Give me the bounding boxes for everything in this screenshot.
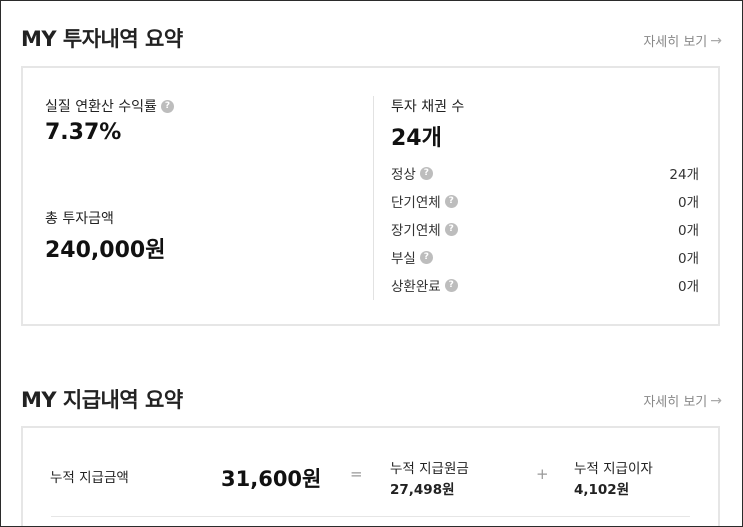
- help-icon[interactable]: ?: [419, 166, 433, 180]
- status-row-short-overdue: 단기연체? 0개: [391, 190, 699, 212]
- vertical-divider: [373, 96, 374, 300]
- more-link-label: 자세히 보기: [643, 35, 708, 50]
- principal-value: 27,498원: [390, 482, 455, 498]
- status-row-normal: 정상? 24개: [391, 162, 699, 184]
- status-row-repaid: 상환완료? 0개: [391, 274, 699, 296]
- status-value: 24개: [669, 167, 699, 183]
- help-icon[interactable]: ?: [444, 222, 458, 236]
- annual-return-value: 7.37%: [45, 120, 122, 145]
- page-frame: MY 투자내역 요약 자세히 보기 → 실질 연환산 수익률 ? 7.37% 총…: [0, 0, 743, 527]
- arrow-right-icon: →: [710, 32, 722, 49]
- status-value: 0개: [677, 279, 699, 295]
- annual-return-label: 실질 연환산 수익률: [45, 99, 157, 115]
- status-label: 상환완료: [391, 279, 441, 295]
- status-value: 0개: [677, 223, 699, 239]
- status-row-long-overdue: 장기연체? 0개: [391, 218, 699, 240]
- plus-sign: +: [536, 465, 549, 483]
- bond-count-value: 24개: [391, 126, 442, 151]
- help-icon[interactable]: ?: [160, 99, 174, 113]
- help-icon[interactable]: ?: [444, 278, 458, 292]
- investment-more-link[interactable]: 자세히 보기 →: [643, 31, 722, 51]
- total-invest-label: 총 투자금액: [45, 211, 114, 227]
- payment-section-title: MY 지급내역 요약: [21, 388, 183, 412]
- interest-value: 4,102원: [574, 482, 630, 498]
- cumulative-value: 31,600원: [221, 467, 322, 491]
- annual-return-label-wrap: 실질 연환산 수익률 ?: [45, 96, 174, 116]
- payment-summary-card: 누적 지급금액 31,600원 = 누적 지급원금 27,498원 + 누적 지…: [21, 426, 720, 526]
- investment-summary-card: 실질 연환산 수익률 ? 7.37% 총 투자금액 240,000원 투자 채권…: [21, 66, 720, 326]
- status-row-default: 부실? 0개: [391, 246, 699, 268]
- help-icon[interactable]: ?: [444, 194, 458, 208]
- status-label: 정상: [391, 167, 416, 183]
- divider: [51, 516, 690, 517]
- bond-count-label: 투자 채권 수: [391, 99, 465, 115]
- total-invest-value: 240,000원: [45, 238, 166, 263]
- status-value: 0개: [677, 251, 699, 267]
- investment-section-title: MY 투자내역 요약: [21, 27, 183, 51]
- more-link-label: 자세히 보기: [643, 395, 708, 410]
- status-label: 부실: [391, 251, 416, 267]
- equals-sign: =: [350, 465, 363, 483]
- cumulative-label: 누적 지급금액: [50, 470, 129, 486]
- interest-label: 누적 지급이자: [574, 461, 653, 477]
- payment-more-link[interactable]: 자세히 보기 →: [643, 391, 722, 411]
- help-icon[interactable]: ?: [419, 250, 433, 264]
- principal-label: 누적 지급원금: [390, 461, 469, 477]
- arrow-right-icon: →: [710, 392, 722, 409]
- status-value: 0개: [677, 195, 699, 211]
- status-label: 장기연체: [391, 223, 441, 239]
- status-label: 단기연체: [391, 195, 441, 211]
